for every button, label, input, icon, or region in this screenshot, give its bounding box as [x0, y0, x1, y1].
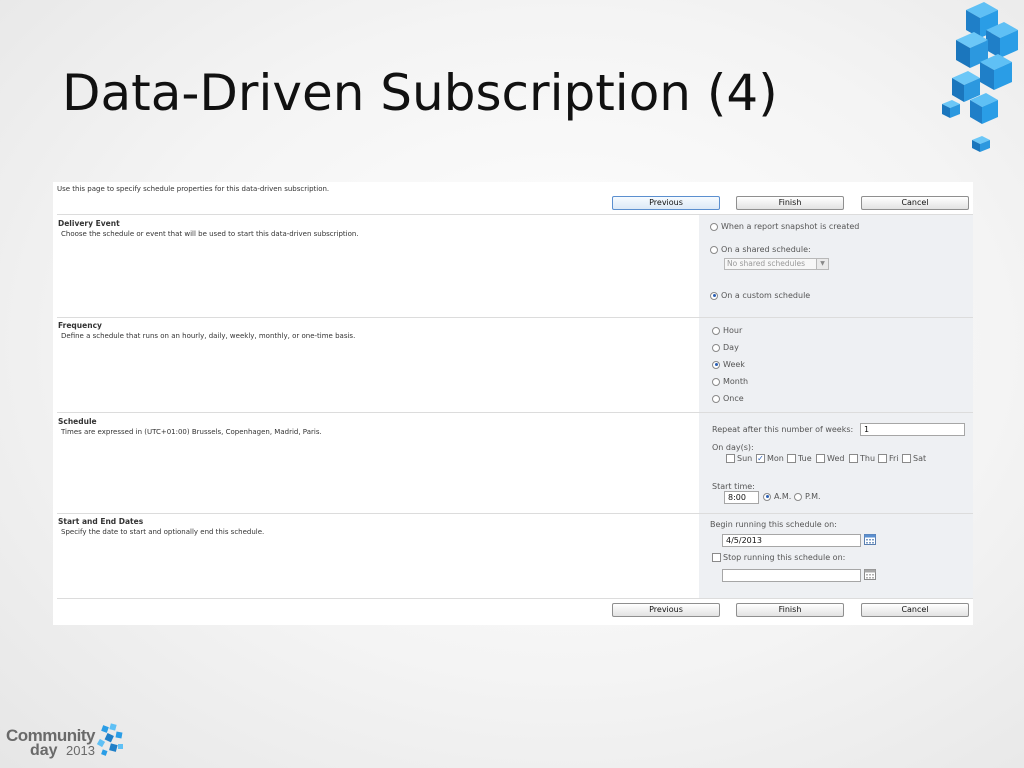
day-checkbox-tue[interactable]: Tue	[787, 454, 812, 463]
radio-selected-icon[interactable]	[710, 291, 718, 300]
option-report-snapshot[interactable]: When a report snapshot is created	[710, 222, 859, 231]
checkbox-icon[interactable]	[878, 454, 887, 463]
frequency-option-month[interactable]: Month	[712, 377, 748, 386]
days-label: On day(s):	[712, 443, 754, 452]
logo-cubes-icon	[96, 723, 123, 756]
checkbox-checked-icon[interactable]: ✓	[756, 454, 765, 463]
option-label: When a report snapshot is created	[721, 222, 860, 231]
cancel-button-top[interactable]: Cancel	[861, 196, 969, 210]
finish-button-bottom[interactable]: Finish	[736, 603, 844, 617]
option-custom-schedule[interactable]: On a custom schedule	[710, 291, 810, 300]
schedule-description: Times are expressed in (UTC+01:00) Bruss…	[61, 428, 322, 436]
am-label: A.M.	[774, 492, 792, 501]
radio-icon[interactable]	[794, 492, 802, 501]
checkbox-icon[interactable]	[712, 553, 721, 562]
previous-button-bottom[interactable]: Previous	[612, 603, 720, 617]
dates-title: Start and End Dates	[58, 517, 144, 526]
shared-schedule-select[interactable]: No shared schedules ▼	[724, 258, 829, 270]
checkbox-icon[interactable]	[787, 454, 796, 463]
day-checkbox-thu[interactable]: Thu	[849, 454, 875, 463]
option-label: Month	[723, 377, 749, 386]
radio-icon[interactable]	[712, 343, 720, 352]
radio-icon[interactable]	[710, 245, 718, 254]
stop-date-checkbox[interactable]: Stop running this schedule on:	[712, 553, 845, 562]
subscription-schedule-form: Use this page to specify schedule proper…	[53, 182, 973, 625]
chevron-down-icon[interactable]: ▼	[816, 259, 828, 269]
radio-selected-icon[interactable]	[712, 360, 720, 369]
option-label: Hour	[723, 326, 743, 335]
slide-title: Data-Driven Subscription (4)	[62, 64, 778, 122]
frequency-option-hour[interactable]: Hour	[712, 326, 742, 335]
schedule-title: Schedule	[58, 417, 97, 426]
calendar-icon[interactable]	[864, 569, 876, 580]
option-label: On a custom schedule	[721, 291, 811, 300]
delivery-event-title: Delivery Event	[58, 219, 120, 228]
option-label: On a shared schedule:	[721, 245, 811, 254]
checkbox-icon[interactable]	[726, 454, 735, 463]
radio-selected-icon[interactable]	[763, 492, 771, 501]
am-radio[interactable]: A.M.	[763, 492, 791, 501]
start-time-input[interactable]: 8:00	[724, 491, 759, 504]
option-shared-schedule[interactable]: On a shared schedule:	[710, 245, 811, 254]
radio-icon[interactable]	[712, 377, 720, 386]
pm-radio[interactable]: P.M.	[794, 492, 821, 501]
pm-label: P.M.	[805, 492, 821, 501]
radio-icon[interactable]	[712, 394, 720, 403]
option-label: Once	[723, 394, 744, 403]
day-label: Sat	[913, 454, 927, 463]
option-label: Day	[723, 343, 739, 352]
stop-date-input[interactable]	[722, 569, 861, 582]
radio-icon[interactable]	[710, 222, 718, 231]
day-checkbox-sat[interactable]: Sat	[902, 454, 926, 463]
day-label: Wed	[827, 454, 845, 463]
frequency-option-once[interactable]: Once	[712, 394, 744, 403]
frequency-option-day[interactable]: Day	[712, 343, 739, 352]
frequency-option-week[interactable]: Week	[712, 360, 745, 369]
frequency-title: Frequency	[58, 321, 102, 330]
checkbox-icon[interactable]	[849, 454, 858, 463]
begin-date-label: Begin running this schedule on:	[710, 520, 837, 529]
begin-date-input[interactable]: 4/5/2013	[722, 534, 861, 547]
radio-icon[interactable]	[712, 326, 720, 335]
calendar-icon[interactable]	[864, 534, 876, 545]
frequency-description: Define a schedule that runs on an hourly…	[61, 332, 356, 340]
checkbox-icon[interactable]	[816, 454, 825, 463]
day-label: Fri	[889, 454, 899, 463]
blue-cubes-decoration	[942, 2, 1018, 152]
day-checkbox-mon[interactable]: ✓ Mon	[756, 454, 784, 463]
delivery-event-description: Choose the schedule or event that will b…	[61, 230, 359, 238]
divider	[57, 598, 973, 599]
logo-text-year: 2013	[66, 743, 95, 758]
shared-schedule-value: No shared schedules	[727, 259, 806, 268]
day-checkbox-wed[interactable]: Wed	[816, 454, 844, 463]
page-instructions: Use this page to specify schedule proper…	[57, 185, 330, 193]
repeat-weeks-input[interactable]: 1	[860, 423, 965, 436]
logo-text-day: day	[30, 742, 58, 759]
previous-button-top[interactable]: Previous	[612, 196, 720, 210]
day-label: Mon	[767, 454, 784, 463]
day-checkbox-fri[interactable]: Fri	[878, 454, 899, 463]
dates-description: Specify the date to start and optionally…	[61, 528, 265, 536]
repeat-weeks-label: Repeat after this number of weeks:	[712, 425, 854, 434]
day-label: Sun	[737, 454, 753, 463]
finish-button-top[interactable]: Finish	[736, 196, 844, 210]
stop-date-label: Stop running this schedule on:	[723, 553, 846, 562]
cancel-button-bottom[interactable]: Cancel	[861, 603, 969, 617]
option-label: Week	[723, 360, 745, 369]
checkbox-icon[interactable]	[902, 454, 911, 463]
day-label: Tue	[798, 454, 812, 463]
community-day-logo: Community day 2013	[6, 722, 126, 762]
start-time-label: Start time:	[712, 482, 755, 491]
day-label: Thu	[860, 454, 876, 463]
day-checkbox-sun[interactable]: Sun	[726, 454, 752, 463]
